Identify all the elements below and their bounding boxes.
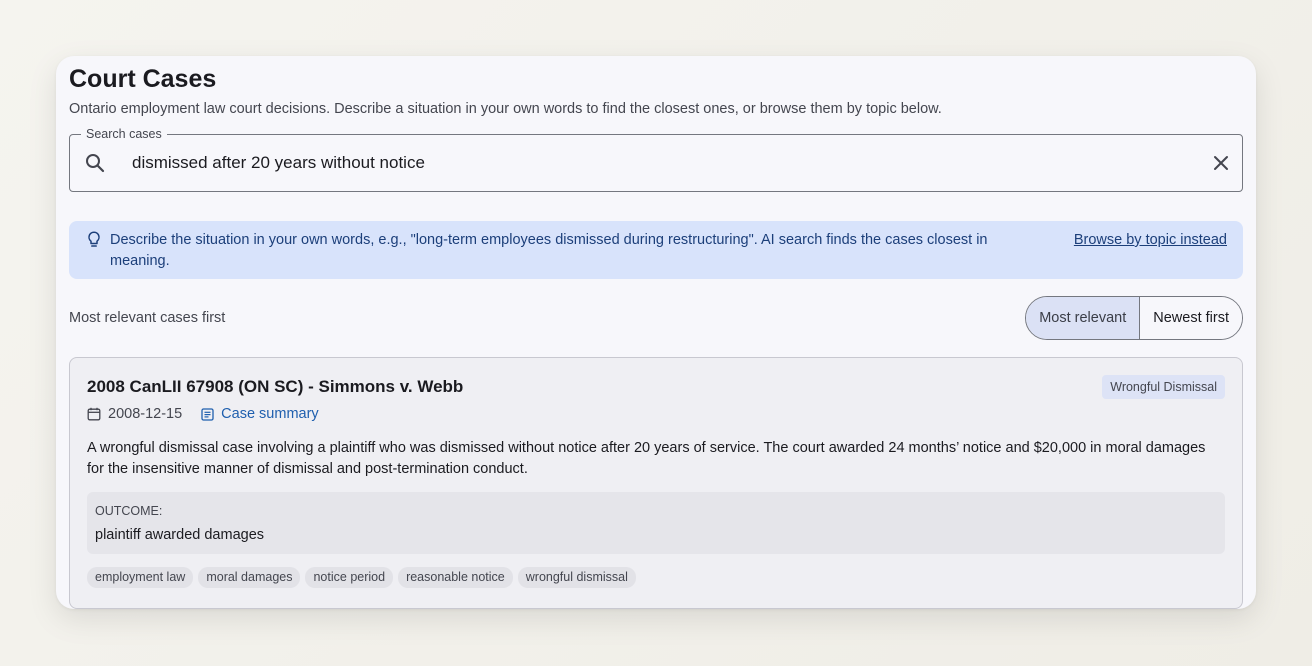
topic-badge: Wrongful Dismissal [1102,375,1225,399]
outcome-label: OUTCOME: [95,504,163,518]
case-title[interactable]: 2008 CanLII 67908 (ON SC) - Simmons v. W… [87,375,1225,399]
sort-most-relevant-button[interactable]: Most relevant [1026,297,1141,339]
sort-label: Most relevant cases first [69,310,226,326]
hint-banner: Describe the situation in your own words… [69,221,1243,279]
page-title: Court Cases [69,65,217,93]
calendar-icon [87,407,102,422]
sort-newest-first-button[interactable]: Newest first [1140,297,1242,339]
document-icon [201,407,216,422]
tag-chip[interactable]: notice period [305,567,394,588]
case-description: A wrongful dismissal case involving a pl… [87,440,1206,477]
tag-list: employment law moral damages notice peri… [87,567,1225,588]
sort-toggle: Most relevant Newest first [1025,296,1243,340]
tag-chip[interactable]: moral damages [198,567,301,588]
search-input[interactable] [132,143,1210,183]
lightbulb-icon [87,231,103,249]
tag-chip[interactable]: employment law [87,567,194,588]
browse-by-topic-link[interactable]: Browse by topic instead [1074,230,1227,251]
case-summary-link[interactable]: Case summary [201,405,319,423]
court-cases-panel: Court Cases Ontario employment law court… [56,56,1256,609]
search-field[interactable]: Search cases [69,126,1243,192]
search-label: Search cases [81,126,167,142]
outcome-box: OUTCOME: plaintiff awarded damages [87,492,1225,554]
hint-text: Describe the situation in your own words… [110,232,988,269]
case-meta: 2008-12-15 Case summary [87,405,1225,423]
page-subtitle: Ontario employment law court decisions. … [69,101,942,117]
close-icon[interactable] [1210,152,1232,174]
outcome-value: plaintiff awarded damages [95,527,265,543]
tag-chip[interactable]: wrongful dismissal [517,567,636,588]
case-date: 2008-12-15 [108,406,183,422]
tag-chip[interactable]: reasonable notice [398,567,513,588]
sort-row: Most relevant cases first Most relevant … [69,296,1243,340]
case-summary-label: Case summary [221,406,319,422]
search-icon [84,152,106,174]
case-card[interactable]: 2008 CanLII 67908 (ON SC) - Simmons v. W… [69,357,1243,609]
